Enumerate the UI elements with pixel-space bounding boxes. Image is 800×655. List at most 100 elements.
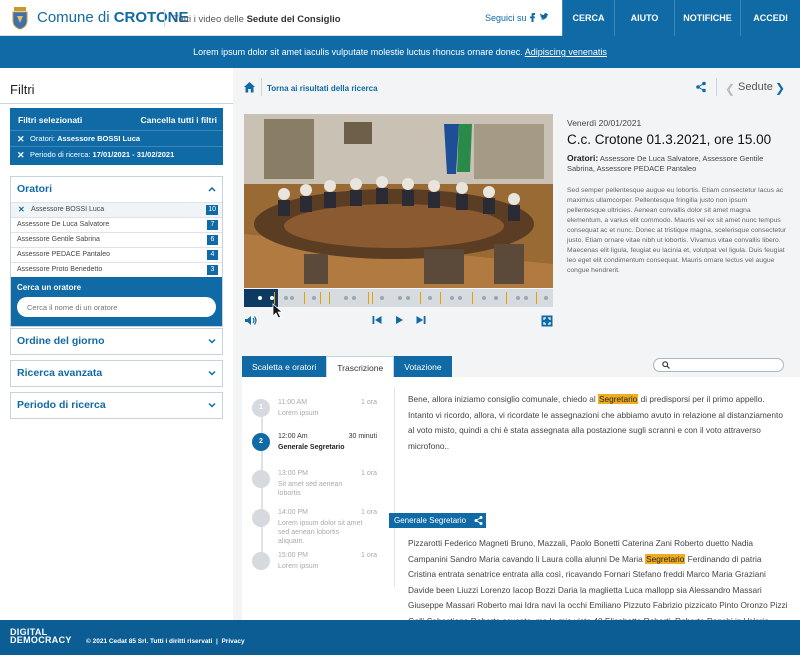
play-icon[interactable] bbox=[394, 315, 404, 325]
tab-scaletta[interactable]: Scaletta e oratori bbox=[242, 356, 327, 378]
digital-democracy-logo[interactable]: DIGITAL DEMOCRACY bbox=[10, 628, 72, 645]
video-frame-image bbox=[244, 114, 553, 288]
timeline-dot bbox=[352, 296, 356, 300]
nav-cerca[interactable]: CERCA bbox=[562, 0, 614, 36]
twitter-icon[interactable] bbox=[539, 12, 549, 22]
chevron-down-icon bbox=[208, 402, 216, 408]
agenda-time: 13:00 PM bbox=[278, 470, 308, 477]
clear-all-filters-link[interactable]: Cancella tutti i filtri bbox=[140, 115, 217, 125]
panel-header[interactable]: Ordine del giorno bbox=[11, 329, 222, 354]
panel-title: Oratori bbox=[17, 183, 53, 195]
speaker-tag[interactable]: Generale Segretario bbox=[389, 513, 472, 528]
oratore-item[interactable]: Assessore De Luca Salvatore 7 bbox=[11, 217, 222, 232]
fullscreen-icon[interactable] bbox=[541, 315, 553, 327]
tab-trascrizione[interactable]: Trascrizione bbox=[326, 356, 395, 378]
timeline-marker bbox=[329, 292, 330, 304]
oratore-item[interactable]: ✕ Assessore BOSSI Luca 10 bbox=[11, 202, 222, 217]
timeline-marker bbox=[440, 292, 441, 304]
oratore-count-badge: 10 bbox=[206, 205, 218, 215]
timeline-marker bbox=[536, 292, 537, 304]
oratori-panel-header[interactable]: Oratori bbox=[11, 177, 222, 202]
agenda-duration: 1 ora bbox=[361, 470, 377, 477]
follow-label: Seguici su bbox=[485, 13, 527, 23]
footer-text: © 2021 Cedat 85 Srl. Tutti i diritti ris… bbox=[86, 638, 245, 645]
chevron-right-icon[interactable]: ❯ bbox=[775, 81, 785, 95]
panel-header[interactable]: Ricerca avanzata bbox=[11, 361, 222, 386]
remove-filter-icon[interactable]: ✕ bbox=[17, 131, 25, 147]
timeline-dot bbox=[344, 296, 348, 300]
nav-notifiche[interactable]: NOTIFICHE bbox=[674, 0, 740, 36]
panel-title: Ordine del giorno bbox=[17, 335, 105, 347]
selected-filters-box: Filtri selezionati Cancella tutti i filt… bbox=[10, 108, 223, 165]
footer: DIGITAL DEMOCRACY © 2021 Cedat 85 Srl. Tu… bbox=[0, 620, 800, 655]
divider bbox=[394, 387, 395, 587]
timeline-dot bbox=[450, 296, 454, 300]
remove-oratore-icon[interactable]: ✕ bbox=[18, 203, 25, 217]
share-icon[interactable] bbox=[471, 513, 486, 528]
panel-header[interactable]: Periodo di ricerca bbox=[11, 393, 222, 418]
timeline-dot bbox=[428, 296, 432, 300]
search-highlight: Segretario bbox=[645, 553, 686, 564]
timeline-marker bbox=[320, 292, 321, 304]
coat-of-arms-icon[interactable] bbox=[10, 6, 30, 30]
ricerca-avanzata-panel[interactable]: Ricerca avanzata bbox=[10, 360, 223, 387]
meeting-date: Venerdì 20/01/2021 bbox=[567, 118, 642, 128]
oratore-search-box: Cerca un oratore bbox=[11, 277, 222, 326]
panel-title: Ricerca avanzata bbox=[17, 367, 103, 379]
timeline-marker bbox=[368, 292, 369, 304]
transcript-panel: 1 11:00 AM 1 ora Lorem ipsum 2 12:00 Am … bbox=[242, 377, 800, 655]
tagline: Tutti i video delle Sedute del Consiglio bbox=[173, 14, 341, 25]
tab-votazione[interactable]: Votazione bbox=[394, 356, 452, 378]
divider bbox=[0, 103, 233, 104]
oratore-name: Assessore BOSSI Luca bbox=[31, 206, 105, 213]
oratore-item[interactable]: Assessore Gentile Sabrina 6 bbox=[11, 232, 222, 247]
timeline-dot bbox=[516, 296, 520, 300]
divider bbox=[261, 78, 262, 96]
meeting-speakers: Oratori: Assessore De Luca Salvatore, As… bbox=[567, 153, 787, 174]
video-timeline[interactable] bbox=[244, 289, 553, 307]
nav-aiuto[interactable]: AIUTO bbox=[614, 0, 674, 36]
home-icon[interactable] bbox=[243, 81, 256, 93]
search-highlight: Segretario bbox=[598, 394, 639, 404]
chevron-down-icon bbox=[208, 338, 216, 344]
timeline-dot bbox=[544, 296, 548, 300]
meeting-description: Sed semper pellentesque augue eu loborti… bbox=[567, 187, 787, 274]
chevron-left-icon[interactable]: ❮ bbox=[725, 82, 735, 96]
facebook-icon[interactable] bbox=[527, 12, 537, 22]
back-to-results-link[interactable]: Torna ai risultati della ricerca bbox=[267, 84, 378, 93]
video-player[interactable] bbox=[244, 114, 553, 288]
volume-icon[interactable] bbox=[244, 315, 257, 326]
selected-filter-oratori: ✕ Oratori: Assessore BOSSI Luca bbox=[10, 130, 223, 146]
agenda-name: Generale Segretario bbox=[278, 444, 345, 451]
panel-title: Periodo di ricerca bbox=[17, 399, 106, 411]
oratore-item[interactable]: Assessore PEDACE Pantaleo 4 bbox=[11, 247, 222, 262]
agenda-number: 1 bbox=[252, 399, 270, 417]
nav-accedi[interactable]: ACCEDI bbox=[740, 0, 800, 36]
skip-forward-icon[interactable] bbox=[416, 315, 426, 325]
oratore-count-badge: 7 bbox=[207, 220, 218, 230]
video-controls bbox=[244, 313, 553, 331]
divider bbox=[716, 78, 717, 96]
share-icon[interactable] bbox=[695, 81, 707, 93]
skip-back-icon[interactable] bbox=[372, 315, 382, 325]
oratore-search-input[interactable] bbox=[17, 297, 216, 317]
search-icon[interactable] bbox=[662, 361, 670, 369]
oratore-count-badge: 3 bbox=[207, 265, 218, 275]
oratore-item[interactable]: Assessore Proto Benedetto 3 bbox=[11, 262, 222, 277]
agenda-duration: 1 ora bbox=[361, 509, 377, 516]
agenda-name: Lorem ipsum bbox=[278, 563, 319, 570]
timeline-dot bbox=[380, 296, 384, 300]
site-title[interactable]: Comune di CROTONE bbox=[37, 9, 188, 26]
chevron-down-icon bbox=[208, 370, 216, 376]
agenda-dot bbox=[252, 509, 270, 527]
transcript-search-input[interactable] bbox=[653, 358, 784, 372]
privacy-link[interactable]: Privacy bbox=[221, 638, 244, 645]
remove-filter-icon[interactable]: ✕ bbox=[17, 147, 25, 163]
agenda-number: 2 bbox=[252, 433, 270, 451]
timeline-marker bbox=[372, 292, 373, 304]
divider bbox=[164, 9, 165, 27]
banner-link[interactable]: Adipiscing venenatis bbox=[525, 47, 607, 57]
timeline-dot bbox=[284, 296, 288, 300]
periodo-ricerca-panel[interactable]: Periodo di ricerca bbox=[10, 392, 223, 419]
ordine-giorno-panel[interactable]: Ordine del giorno bbox=[10, 328, 223, 355]
